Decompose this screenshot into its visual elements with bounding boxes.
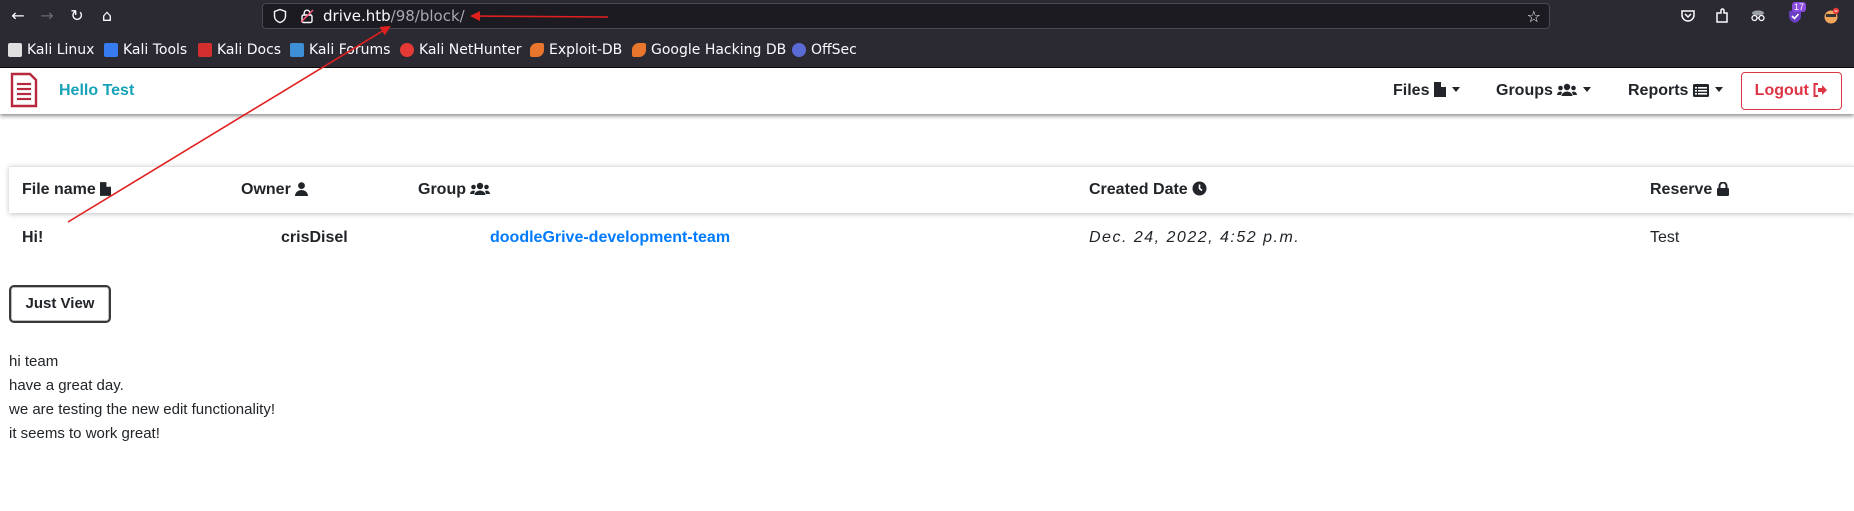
cell-created-date: Dec. 24, 2022, 4:52 p.m. [1089,229,1301,246]
url-host: drive.htb [323,7,391,25]
kali-docs-icon [198,43,212,57]
kali-tools-icon [104,43,118,57]
column-label: File name [22,181,96,198]
bookmark-star-icon[interactable]: ☆ [1527,7,1541,26]
url-path: /98/block/ [390,7,465,25]
sign-out-icon [1813,83,1828,97]
list-alt-icon [1692,84,1709,97]
cell-reserve: Test [1650,229,1680,246]
content-line: it seems to work great! [9,425,160,442]
kali-forums-icon [290,43,304,57]
file-table-header: File name Owner Group Created Date Reser… [9,166,1854,213]
file-content: hi team have a great day. we are testing… [9,350,275,446]
incognito-icon[interactable] [1749,7,1767,25]
column-created-date: Created Date [1089,181,1207,199]
brand-link[interactable]: Hello Test [59,82,134,100]
url-text: drive.htb/98/block/ [323,8,465,25]
back-icon[interactable]: ← [8,6,28,26]
extensions-icon[interactable] [1713,7,1731,25]
chevron-down-icon [1714,87,1723,92]
lock-icon [1716,182,1729,196]
chevron-down-icon [1583,87,1592,92]
bookmark-kali-nethunter[interactable]: Kali NetHunter [400,32,521,68]
column-file-name: File name [22,181,112,199]
column-reserve: Reserve [1650,181,1729,199]
content-line: have a great day. [9,377,124,394]
groups-dropdown[interactable]: Groups [1496,82,1592,100]
logout-button[interactable]: Logout [1741,72,1842,110]
bookmark-label: Kali Forums [309,42,391,58]
just-view-button[interactable]: Just View [9,285,111,323]
site-navbar: Hello Test Files Groups Reports Logout [0,68,1854,114]
column-owner: Owner [241,181,309,199]
clock-icon [1192,181,1207,196]
offsec-icon [792,43,806,57]
notification-badge: 17 [1792,2,1807,12]
files-dropdown[interactable]: Files [1393,82,1460,100]
bookmark-label: Kali NetHunter [419,42,522,58]
home-icon[interactable]: ⌂ [97,6,117,26]
bookmark-label: Google Hacking DB [651,42,787,58]
profile-extension-icon[interactable] [1822,7,1840,25]
column-label: Group [418,181,466,198]
address-bar[interactable]: drive.htb/98/block/ ☆ [262,3,1550,29]
groups-label: Groups [1496,82,1553,99]
column-label: Created Date [1089,181,1188,198]
bookmark-offsec[interactable]: OffSec [792,32,857,68]
exploitdb-icon [530,43,544,57]
reports-label: Reports [1628,82,1689,99]
ghdb-icon [632,43,646,57]
document-logo-icon[interactable] [9,72,39,108]
bookmark-exploit-db[interactable]: Exploit-DB [530,32,622,68]
shield-icon[interactable] [272,8,288,24]
bookmark-label: Kali Linux [27,42,95,58]
file-icon [100,182,112,196]
cell-owner: crisDisel [281,229,348,246]
column-group: Group [418,181,491,199]
file-icon [1433,82,1446,97]
bookmark-kali-linux[interactable]: Kali Linux [8,32,94,68]
bookmarks-bar: Kali Linux Kali Tools Kali Docs Kali For… [0,32,1854,68]
reload-icon[interactable]: ↻ [67,6,87,26]
bookmark-label: Kali Tools [123,42,188,58]
user-icon [295,182,309,196]
column-label: Owner [241,181,291,198]
reports-dropdown[interactable]: Reports [1628,82,1723,100]
column-label: Reserve [1650,181,1713,198]
browser-toolbar: ← → ↻ ⌂ drive.htb/98/block/ ☆ 17 [0,0,1854,32]
kali-icon [8,43,22,57]
bookmark-kali-tools[interactable]: Kali Tools [104,32,187,68]
bookmark-kali-forums[interactable]: Kali Forums [290,32,390,68]
bookmark-label: Exploit-DB [549,42,623,58]
nethunter-icon [400,43,414,57]
content-line: we are testing the new edit functionalit… [9,401,275,418]
bookmark-google-hacking-db[interactable]: Google Hacking DB [632,32,786,68]
cell-group-link[interactable]: doodleGrive-development-team [490,229,730,247]
bookmark-kali-docs[interactable]: Kali Docs [198,32,281,68]
bookmark-label: OffSec [811,42,857,58]
lock-icon[interactable] [299,8,315,24]
users-icon [1557,83,1578,96]
files-label: Files [1393,82,1430,99]
users-icon [470,182,491,195]
pocket-icon[interactable] [1679,7,1697,25]
chevron-down-icon [1451,87,1460,92]
cell-file-name: Hi! [22,229,44,246]
logout-label: Logout [1754,82,1809,99]
content-line: hi team [9,353,59,370]
bookmark-label: Kali Docs [217,42,282,58]
forward-icon[interactable]: → [37,6,57,26]
